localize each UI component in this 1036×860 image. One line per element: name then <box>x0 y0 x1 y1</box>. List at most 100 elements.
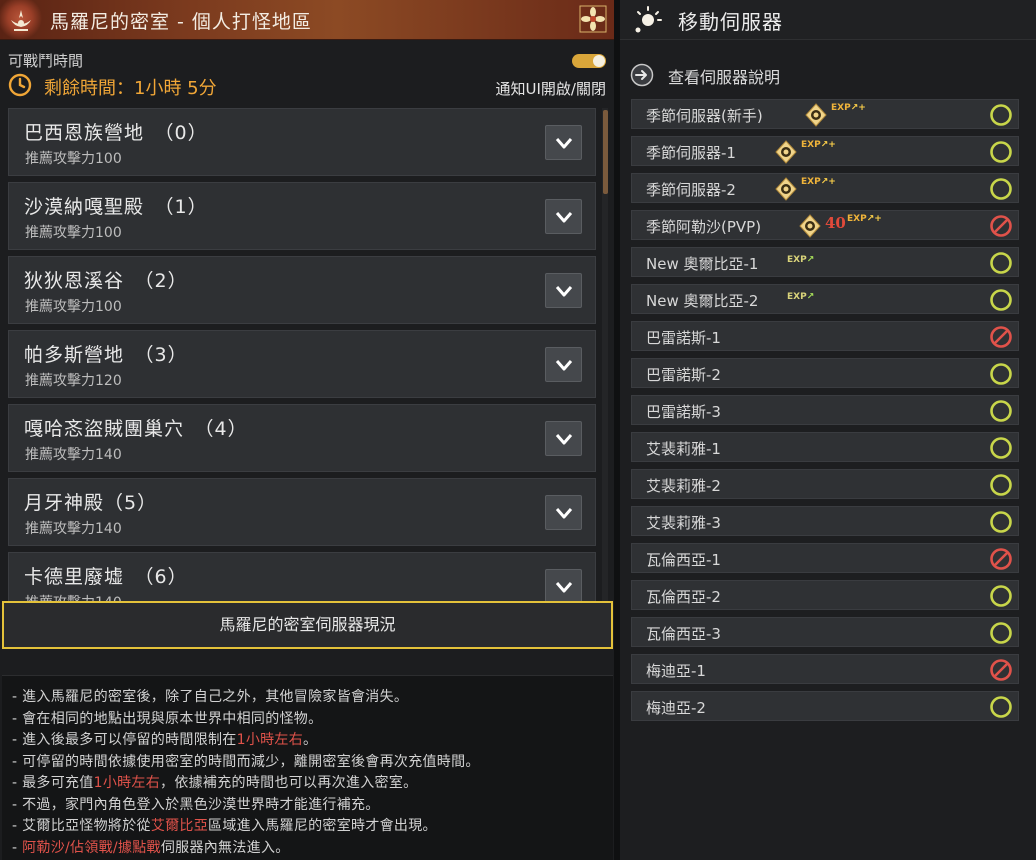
zone-item[interactable]: 帕多斯營地 （3） 推薦攻擊力120 <box>8 330 596 398</box>
move-server-panel: 移動伺服器 查看伺服器說明 季節伺服器(新手) EXP↗+ 季節伺服器-1 EXP↗+… <box>620 0 1036 860</box>
chevron-down-icon <box>555 360 573 371</box>
server-item[interactable]: 巴雷諾斯-1 <box>631 321 1019 351</box>
info-text: - 進入後最多可以停留的時間限制在 <box>12 732 237 748</box>
server-name: 艾裴莉雅-2 <box>646 477 721 495</box>
exp-up-icon: EXP↗ <box>787 255 815 265</box>
server-item[interactable]: 艾裴莉雅-3 <box>631 506 1019 536</box>
server-status-button[interactable]: 馬羅尼的密室伺服器現況 <box>2 601 613 649</box>
zone-scrollbar-thumb[interactable] <box>603 110 608 194</box>
zone-recommend-attack: 推薦攻擊力140 <box>25 447 122 463</box>
zone-recommend-attack: 推薦攻擊力120 <box>25 373 122 389</box>
zone-item[interactable]: 嘎哈忞盜賊團巢穴 （4） 推薦攻擊力140 <box>8 404 596 472</box>
server-item[interactable]: New 奧爾比亞-1 EXP↗ <box>631 247 1019 277</box>
circle-ok-icon <box>990 511 1012 533</box>
server-name: 瓦倫西亞-1 <box>646 551 721 569</box>
circle-ok-icon <box>990 437 1012 459</box>
zone-name: 巴西恩族營地 （0） <box>24 122 208 144</box>
notify-ui-label[interactable]: 通知UI開啟/關閉 <box>496 78 606 99</box>
server-item[interactable]: 巴雷諾斯-2 <box>631 358 1019 388</box>
server-item[interactable]: 瓦倫西亞-3 <box>631 617 1019 647</box>
zone-expand-button[interactable] <box>545 125 582 160</box>
circle-ok-icon <box>990 252 1012 274</box>
server-item[interactable]: 季節伺服器(新手) EXP↗+ <box>631 99 1019 129</box>
zone-list: 巴西恩族營地 （0） 推薦攻擊力100 沙漠納嘎聖殿 （1） 推薦攻擊力100 狄狄恩溪… <box>8 108 598 601</box>
circle-ok-icon <box>990 400 1012 422</box>
zone-name: 月牙神殿（5） <box>24 492 158 514</box>
info-text: - 不過，家門內角色登入於黑色沙漠世界時才能進行補充。 <box>12 796 380 813</box>
zone-name: 嘎哈忞盜賊團巢穴 （4） <box>24 418 248 440</box>
info-line: - 阿勒沙/佔領戰/據點戰伺服器內無法進入。 <box>12 837 290 857</box>
server-item[interactable]: 瓦倫西亞-1 <box>631 543 1019 573</box>
info-text: 區域進入馬羅尼的密室時才會出現。 <box>208 818 437 834</box>
info-line: - 進入後最多可以停留的時間限制在1小時左右。 <box>12 729 317 749</box>
chevron-down-icon <box>555 434 573 445</box>
zone-item[interactable]: 卡德里廢墟 （6） 推薦攻擊力140 <box>8 552 596 601</box>
info-line: - 最多可充值1小時左右，依據補充的時間也可以再次進入密室。 <box>12 772 417 792</box>
server-item[interactable]: 梅迪亞-1 <box>631 654 1019 684</box>
zone-recommend-attack: 推薦攻擊力140 <box>25 592 122 601</box>
no-entry-icon <box>990 326 1012 348</box>
zone-expand-button[interactable] <box>545 569 582 601</box>
chevron-down-icon <box>555 508 573 519</box>
info-highlight: 阿勒沙/佔領戰/據點戰 <box>22 839 161 856</box>
zone-item[interactable]: 月牙神殿（5） 推薦攻擊力140 <box>8 478 596 546</box>
zone-expand-button[interactable] <box>545 347 582 382</box>
server-item[interactable]: 艾裴莉雅-1 <box>631 432 1019 462</box>
info-line: - 可停留的時間依據使用密室的時間而減少，離開密室後會再次充值時間。 <box>12 751 480 771</box>
clock-icon <box>8 73 32 97</box>
zone-expand-button[interactable] <box>545 495 582 530</box>
server-name: 季節伺服器(新手) <box>646 107 763 125</box>
info-highlight: 艾爾比亞 <box>150 818 209 834</box>
server-name: 巴雷諾斯-2 <box>646 366 721 384</box>
notify-toggle[interactable] <box>572 54 606 68</box>
info-text: - 可停留的時間依據使用密室的時間而減少，離開密室後會再次充值時間。 <box>12 753 480 770</box>
zone-recommend-attack: 推薦攻擊力100 <box>25 299 122 315</box>
info-line: - 進入馬羅尼的密室後，除了自己之外，其他冒險家皆會消失。 <box>12 686 408 706</box>
zone-item[interactable]: 狄狄恩溪谷 （2） 推薦攻擊力100 <box>8 256 596 324</box>
server-item[interactable]: New 奧爾比亞-2 EXP↗ <box>631 284 1019 314</box>
exp-up-icon: EXP↗ <box>787 292 815 302</box>
server-item[interactable]: 季節伺服器-1 EXP↗+ <box>631 136 1019 166</box>
fight-time-label: 可戰鬥時間 <box>8 52 84 70</box>
server-name: 季節伺服器-1 <box>646 144 736 162</box>
circle-ok-icon <box>990 141 1012 163</box>
zone-expand-button[interactable] <box>545 199 582 234</box>
zone-item[interactable]: 沙漠納嘎聖殿 （1） 推薦攻擊力100 <box>8 182 596 250</box>
info-text: - 進入馬羅尼的密室後，除了自己之外，其他冒險家皆會消失。 <box>12 689 409 705</box>
info-text: ，依據補充的時間也可以再次進入密室。 <box>160 775 418 791</box>
server-name: 巴雷諾斯-3 <box>646 403 721 421</box>
server-item[interactable]: 季節伺服器-2 EXP↗+ <box>631 173 1019 203</box>
server-item[interactable]: 艾裴莉雅-2 <box>631 469 1019 499</box>
info-text: 。 <box>303 732 318 748</box>
pvp-level-icon: 40 <box>825 214 846 232</box>
server-name: New 奧爾比亞-2 <box>646 292 759 310</box>
panel-title: 馬羅尼的密室 - 個人打怪地區 <box>50 11 312 33</box>
server-help-link[interactable]: 查看伺服器說明 <box>668 64 780 88</box>
server-name: 瓦倫西亞-3 <box>646 625 721 643</box>
season-icon <box>799 214 821 238</box>
info-line: - 會在相同的地點出現與原本世界中相同的怪物。 <box>12 708 322 728</box>
exp-plus-icon: EXP↗+ <box>801 140 836 150</box>
server-name: 巴雷諾斯-1 <box>646 329 721 347</box>
maroni-room-panel: 馬羅尼的密室 - 個人打怪地區 可戰鬥時間 剩餘時間：1小時 5分 通知UI開啟… <box>0 0 614 860</box>
circle-ok-icon <box>990 104 1012 126</box>
server-name: 艾裴莉雅-1 <box>646 440 721 458</box>
season-icon <box>805 103 827 127</box>
zone-expand-button[interactable] <box>545 273 582 308</box>
server-name: 梅迪亞-2 <box>646 699 706 717</box>
server-item[interactable]: 梅迪亞-2 <box>631 691 1019 721</box>
no-entry-icon <box>990 659 1012 681</box>
arrow-right-circle-icon[interactable] <box>630 63 654 87</box>
zone-item[interactable]: 巴西恩族營地 （0） 推薦攻擊力100 <box>8 108 596 176</box>
chevron-down-icon <box>555 212 573 223</box>
info-text: - 艾爾比亞怪物將於從 <box>12 818 151 834</box>
server-item[interactable]: 瓦倫西亞-2 <box>631 580 1019 610</box>
maroni-logo-icon <box>11 10 31 31</box>
zone-expand-button[interactable] <box>545 421 582 456</box>
server-item[interactable]: 季節阿勒沙(PVP) 40 EXP↗+ <box>631 210 1019 240</box>
circle-ok-icon <box>990 363 1012 385</box>
info-notes: - 進入馬羅尼的密室後，除了自己之外，其他冒險家皆會消失。 - 會在相同的地點出現… <box>2 675 613 860</box>
remaining-time: 剩餘時間：1小時 5分 <box>44 78 217 99</box>
panel-header: 馬羅尼的密室 - 個人打怪地區 <box>0 0 614 40</box>
server-item[interactable]: 巴雷諾斯-3 <box>631 395 1019 425</box>
